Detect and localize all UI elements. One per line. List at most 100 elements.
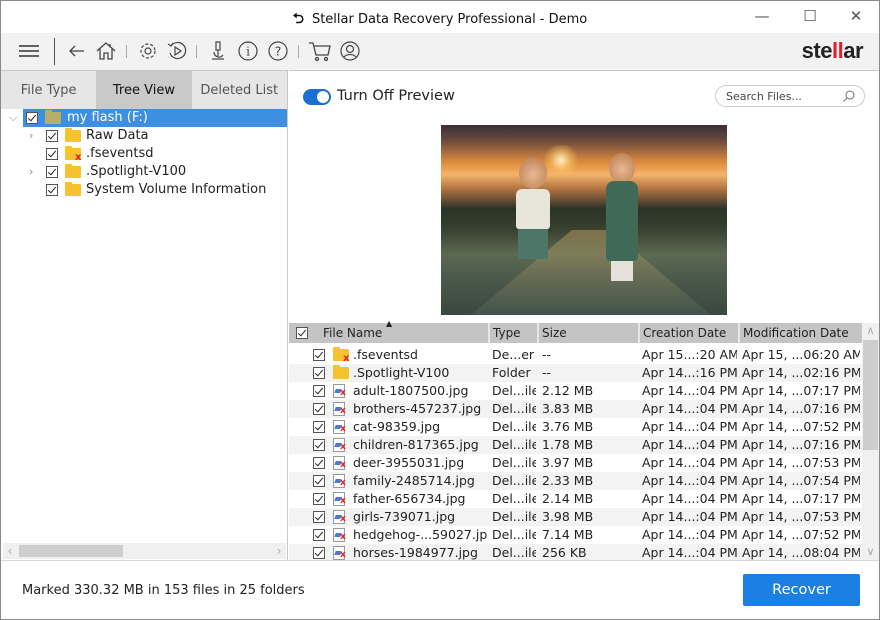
table-row[interactable]: x adult-1807500.jpg Del...ile 2.12 MB Apr 14… [289, 382, 862, 400]
modification-date: Apr 14, ...07:53 PM [742, 509, 860, 524]
scrollbar-thumb[interactable] [863, 340, 878, 450]
folder-icon [65, 128, 81, 142]
row-checkbox[interactable] [313, 529, 325, 541]
tree-item-label: Raw Data [86, 128, 149, 143]
preview-toggle-label: Turn Off Preview [337, 88, 455, 104]
row-checkbox[interactable] [313, 403, 325, 415]
footer: Marked 330.32 MB in 153 files in 25 fold… [1, 560, 879, 619]
table-row[interactable]: x family-2485714.jpg Del...ile 2.33 MB Apr 1… [289, 472, 862, 490]
left-panel: File Type Tree View Deleted List ⌵ my fl… [1, 70, 288, 560]
file-size: 2.33 MB [542, 473, 594, 488]
cart-icon[interactable] [308, 39, 332, 63]
tree-item-raw-data[interactable]: › Raw Data [1, 127, 287, 145]
file-type: Del...ile [492, 455, 536, 470]
search-box[interactable] [715, 85, 865, 107]
row-checkbox[interactable] [313, 367, 325, 379]
table-row[interactable]: x horses-1984977.jpg Del...ile 256 KB Apr 14… [289, 544, 862, 560]
scroll-up-icon[interactable]: ∧ [862, 323, 879, 339]
column-creation-date[interactable]: Creation Date [643, 323, 726, 343]
tree-checkbox[interactable] [46, 166, 58, 178]
row-checkbox[interactable] [313, 421, 325, 433]
file-list-header: File Name ▲ Type Size Creation Date Modi… [289, 319, 862, 343]
scan-engine-icon[interactable] [206, 39, 230, 63]
table-row[interactable]: x deer-3955031.jpg Del...ile 3.97 MB Apr 14.… [289, 454, 862, 472]
tree-checkbox[interactable] [46, 130, 58, 142]
tree-checkbox[interactable] [46, 184, 58, 196]
search-input[interactable] [726, 89, 836, 104]
tree-item-spotlight[interactable]: › .Spotlight-V100 [1, 163, 287, 181]
tree-checkbox[interactable] [26, 112, 38, 124]
drive-icon [45, 110, 61, 124]
modification-date: Apr 14, ...07:52 PM [742, 419, 860, 434]
help-icon[interactable]: ? [266, 39, 290, 63]
modification-date: Apr 14, ...07:54 PM [742, 473, 860, 488]
row-checkbox[interactable] [313, 349, 325, 361]
row-checkbox[interactable] [313, 385, 325, 397]
tree-item-system-volume-information[interactable]: System Volume Information [1, 181, 287, 199]
table-row[interactable]: x hedgehog-...59027.jpg Del...ile 7.14 MB Ap… [289, 526, 862, 544]
vertical-scrollbar[interactable]: ∧ ∨ [862, 323, 879, 560]
search-icon[interactable] [842, 89, 856, 103]
table-row[interactable]: x .fseventsd De...er -- Apr 15...:20 AM Apr 1… [289, 346, 862, 364]
tree-item-label: my flash (F:) [67, 110, 148, 125]
recover-button[interactable]: Recover [743, 574, 860, 606]
toolbar-divider [196, 45, 197, 58]
maximize-button[interactable]: ☐ [787, 1, 833, 33]
chevron-right-icon[interactable]: › [29, 163, 33, 181]
table-row[interactable]: x father-656734.jpg Del...ile 2.14 MB Apr 14… [289, 490, 862, 508]
scroll-down-icon[interactable]: ∨ [862, 544, 879, 560]
column-divider [738, 323, 740, 343]
modification-date: Apr 14, ...07:53 PM [742, 455, 860, 470]
table-row[interactable]: x girls-739071.jpg Del...ile 3.98 MB Apr 14.… [289, 508, 862, 526]
tab-deleted-list[interactable]: Deleted List [192, 71, 287, 109]
column-size[interactable]: Size [542, 323, 567, 343]
table-row[interactable]: x children-817365.jpg Del...ile 1.78 MB Apr … [289, 436, 862, 454]
row-checkbox[interactable] [313, 493, 325, 505]
select-all-checkbox[interactable] [296, 327, 308, 339]
account-icon[interactable] [338, 39, 362, 63]
folder-tree: ⌵ my flash (F:) › Raw Data x .fseventsd … [1, 109, 287, 199]
resume-recovery-icon[interactable] [165, 39, 189, 63]
toolbar-divider [298, 45, 299, 58]
file-name: father-656734.jpg [353, 491, 466, 506]
horizontal-scrollbar[interactable]: ‹ › [3, 543, 286, 559]
tab-file-type[interactable]: File Type [1, 71, 96, 109]
row-checkbox[interactable] [313, 475, 325, 487]
file-size: 3.83 MB [542, 401, 594, 416]
menu-icon[interactable] [17, 39, 41, 63]
chevron-right-icon[interactable]: › [29, 127, 33, 145]
tab-tree-view[interactable]: Tree View [96, 71, 192, 109]
row-checkbox[interactable] [313, 511, 325, 523]
modification-date: Apr 14, ...02:16 PM [742, 365, 860, 380]
home-icon[interactable] [94, 39, 118, 63]
modification-date: Apr 14, ...07:16 PM [742, 437, 860, 452]
status-text: Marked 330.32 MB in 153 files in 25 fold… [22, 583, 305, 598]
table-row[interactable]: .Spotlight-V100 Folder -- Apr 14...:16 PM Ap… [289, 364, 862, 382]
tree-item-drive[interactable]: ⌵ my flash (F:) [1, 109, 287, 127]
preview-toggle[interactable] [303, 89, 331, 105]
column-file-name[interactable]: File Name [323, 323, 382, 343]
back-icon[interactable] [65, 39, 89, 63]
tree-checkbox[interactable] [46, 148, 58, 160]
tree-item-fseventsd[interactable]: x .fseventsd [1, 145, 287, 163]
file-name: brothers-457237.jpg [353, 401, 482, 416]
table-row[interactable]: x cat-98359.jpg Del...ile 3.76 MB Apr 14...:… [289, 418, 862, 436]
scroll-left-icon[interactable]: ‹ [3, 543, 17, 559]
creation-date: Apr 14...:04 PM [642, 473, 737, 488]
column-modification-date[interactable]: Modification Date [743, 323, 849, 343]
scroll-right-icon[interactable]: › [272, 543, 286, 559]
row-checkbox[interactable] [313, 439, 325, 451]
scrollbar-thumb[interactable] [19, 545, 123, 557]
settings-icon[interactable] [136, 39, 160, 63]
close-button[interactable]: ✕ [833, 1, 879, 33]
column-type[interactable]: Type [493, 323, 521, 343]
chevron-down-icon[interactable]: ⌵ [9, 109, 17, 127]
column-divider [638, 323, 640, 343]
row-checkbox[interactable] [313, 547, 325, 559]
info-icon[interactable]: i [236, 39, 260, 63]
row-checkbox[interactable] [313, 457, 325, 469]
table-row[interactable]: x brothers-457237.jpg Del...ile 3.83 MB Apr … [289, 400, 862, 418]
minimize-button[interactable]: — [739, 1, 785, 33]
file-name: .fseventsd [353, 347, 418, 362]
creation-date: Apr 14...:04 PM [642, 527, 737, 542]
